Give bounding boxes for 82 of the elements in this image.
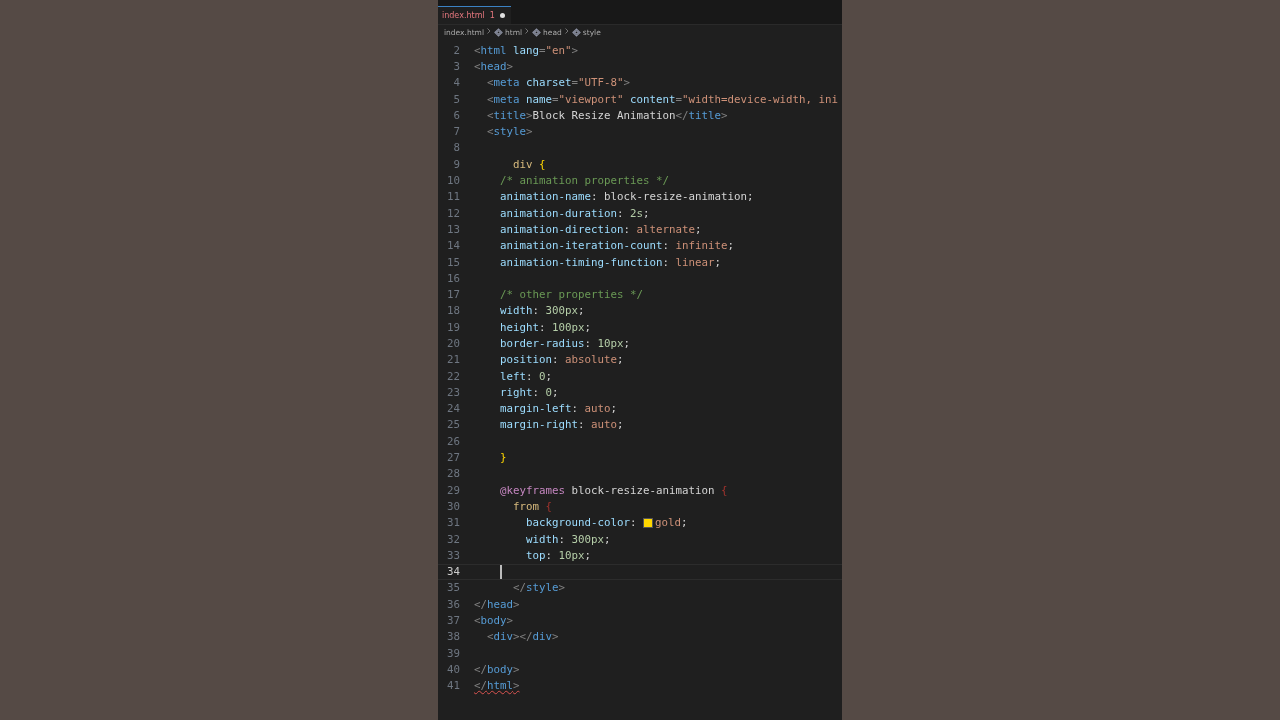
- code-line: right: 0;: [499, 385, 559, 399]
- line-number: 8: [452, 141, 461, 155]
- line-number: 36: [446, 597, 461, 611]
- code-line: <div></div>: [486, 630, 559, 644]
- line-number: 21: [446, 353, 461, 367]
- line-number: 27: [446, 451, 461, 465]
- code-line: border-radius: 10px;: [499, 337, 631, 350]
- line-number: 5: [452, 92, 461, 106]
- line-number: 6: [452, 108, 461, 122]
- code-line: </body>: [474, 662, 520, 676]
- code-line: /* animation properties */: [499, 174, 669, 187]
- tag-icon: [571, 27, 581, 37]
- chevron-icon: [525, 28, 530, 34]
- line-number: 29: [446, 483, 461, 497]
- tag-icon: [532, 27, 542, 37]
- chevron-icon: [564, 28, 569, 34]
- code-line: </html>: [474, 679, 520, 693]
- line-number: 20: [446, 337, 461, 350]
- code-line: left: 0;: [499, 369, 553, 383]
- code-line: </head>: [474, 597, 520, 611]
- editor-tab[interactable]: index.html 1: [438, 6, 511, 24]
- line-number: 37: [446, 614, 461, 628]
- line-number: 13: [446, 222, 461, 236]
- code-line: <title>Block Resize Animation</title>: [486, 108, 728, 122]
- code-line: <style>: [486, 125, 533, 139]
- line-number: 10: [446, 174, 461, 187]
- line-number: 31: [446, 516, 461, 530]
- code-line: from {: [512, 499, 553, 513]
- code-line: margin-right: auto;: [499, 418, 624, 432]
- color-swatch-icon[interactable]: [643, 517, 654, 528]
- code-line: <meta charset="UTF-8">: [486, 76, 631, 90]
- line-number: 40: [446, 662, 461, 676]
- line-number: 23: [446, 385, 461, 399]
- code-line: background-color: gold;: [525, 516, 688, 530]
- code-line: animation-direction: alternate;: [499, 222, 702, 236]
- line-number: 2: [452, 43, 461, 57]
- code-line: @keyframes block-resize-animation {: [499, 483, 728, 497]
- line-number: 30: [446, 499, 461, 513]
- tag-icon: [494, 27, 503, 37]
- line-number: 32: [446, 532, 461, 546]
- code-line: <html lang="en">: [474, 43, 579, 57]
- code-line: div {: [512, 157, 546, 171]
- line-number: 35: [446, 581, 461, 595]
- line-number: 41: [446, 679, 461, 693]
- line-number: 19: [446, 320, 461, 334]
- line-number: 16: [446, 271, 461, 285]
- line-number: 33: [446, 548, 461, 562]
- code-line: }: [499, 451, 507, 465]
- line-number: 26: [446, 434, 461, 448]
- line-number: 17: [446, 288, 461, 302]
- line-number: 22: [446, 369, 461, 383]
- line-number: 15: [446, 255, 461, 269]
- line-number: 4: [452, 76, 461, 90]
- line-number: 18: [446, 304, 461, 318]
- line-number: 9: [452, 157, 461, 171]
- line-number: 14: [446, 239, 461, 253]
- line-number: 24: [446, 402, 461, 416]
- chevron-icon: [487, 28, 491, 34]
- line-number: 12: [446, 206, 461, 220]
- code-line: animation-timing-function: linear;: [499, 255, 722, 269]
- line-number: 11: [446, 190, 461, 204]
- line-number: 25: [446, 418, 461, 432]
- code-line: <head>: [474, 59, 514, 73]
- line-number: 3: [452, 59, 461, 73]
- code-line: animation-duration: 2s;: [499, 206, 650, 220]
- line-number: 7: [452, 125, 461, 139]
- code-line: height: 100px;: [499, 320, 592, 334]
- code-line: <body>: [474, 614, 514, 628]
- code-line: top: 10px;: [525, 548, 592, 562]
- code-line: </style>: [512, 581, 566, 595]
- code-line: margin-left: auto;: [499, 402, 618, 416]
- code-line: animation-iteration-count: infinite;: [499, 239, 735, 253]
- code-line: <meta name="viewport" content="width=device-width, ini: [486, 92, 839, 106]
- code-line: width: 300px;: [499, 304, 585, 318]
- line-number: 38: [446, 630, 461, 644]
- code-line: width: 300px;: [525, 532, 611, 546]
- code-line: animation-name: block-resize-animation;: [499, 190, 754, 204]
- code-line: position: absolute;: [499, 353, 624, 367]
- line-number: 28: [446, 467, 461, 481]
- line-number: 34: [446, 565, 461, 579]
- line-number: 39: [446, 646, 461, 660]
- code-line: /* other properties */: [499, 288, 643, 302]
